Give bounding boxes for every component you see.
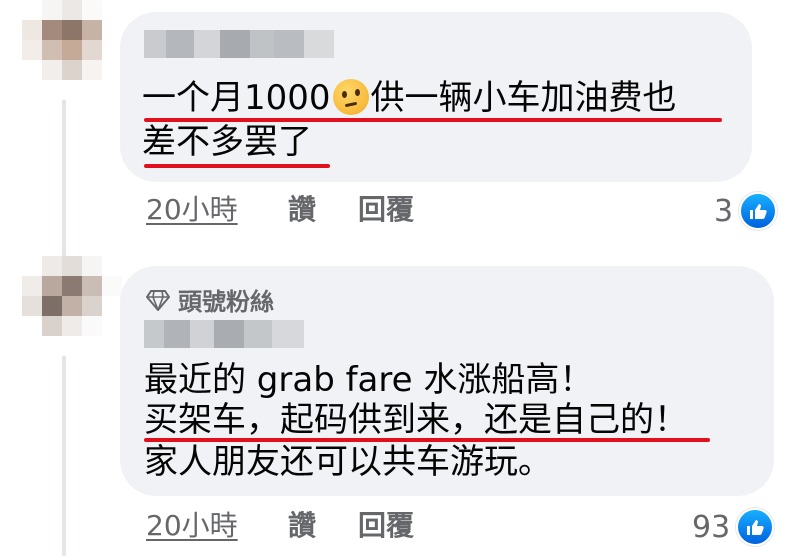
comment-timestamp[interactable]: 20小時 bbox=[146, 510, 238, 542]
thinking-face-icon bbox=[332, 79, 369, 115]
reply-button[interactable]: 回覆 bbox=[358, 510, 414, 542]
reaction-count: 3 bbox=[714, 193, 734, 229]
reply-button[interactable]: 回覆 bbox=[358, 194, 414, 226]
reaction-summary[interactable]: 3 bbox=[714, 192, 778, 230]
comment-text-line: 家人朋友还可以共车游玩。 bbox=[144, 442, 552, 482]
comment-text-line: 最近的 grab fare 水涨船高！ bbox=[144, 360, 594, 400]
red-underline bbox=[144, 164, 330, 168]
reaction-summary[interactable]: 93 bbox=[692, 508, 775, 546]
diamond-icon bbox=[146, 289, 170, 311]
comment-text: 一个月1000 bbox=[142, 78, 331, 118]
avatar[interactable] bbox=[22, 256, 122, 356]
comment-timestamp[interactable]: 20小時 bbox=[146, 194, 238, 226]
commenter-name-blurred[interactable] bbox=[144, 30, 334, 58]
top-fan-badge[interactable]: 頭號粉絲 bbox=[146, 282, 274, 317]
thumbs-up-icon bbox=[736, 508, 775, 546]
comment-text-line: 差不多罢了 bbox=[142, 122, 312, 162]
like-button[interactable]: 讚 bbox=[288, 510, 316, 542]
comment-text-line: 一个月1000 供一辆小车加油费也 bbox=[142, 78, 677, 118]
reaction-count: 93 bbox=[692, 509, 731, 545]
avatar[interactable] bbox=[22, 0, 122, 100]
like-button[interactable]: 讚 bbox=[288, 194, 316, 226]
badge-label: 頭號粉絲 bbox=[178, 288, 274, 316]
comment-text-line: 买架车，起码供到来，还是自己的！ bbox=[144, 400, 688, 440]
commenter-name-blurred[interactable] bbox=[144, 320, 304, 348]
comment-text: 供一辆小车加油费也 bbox=[370, 78, 677, 118]
thumbs-up-icon bbox=[739, 192, 778, 230]
